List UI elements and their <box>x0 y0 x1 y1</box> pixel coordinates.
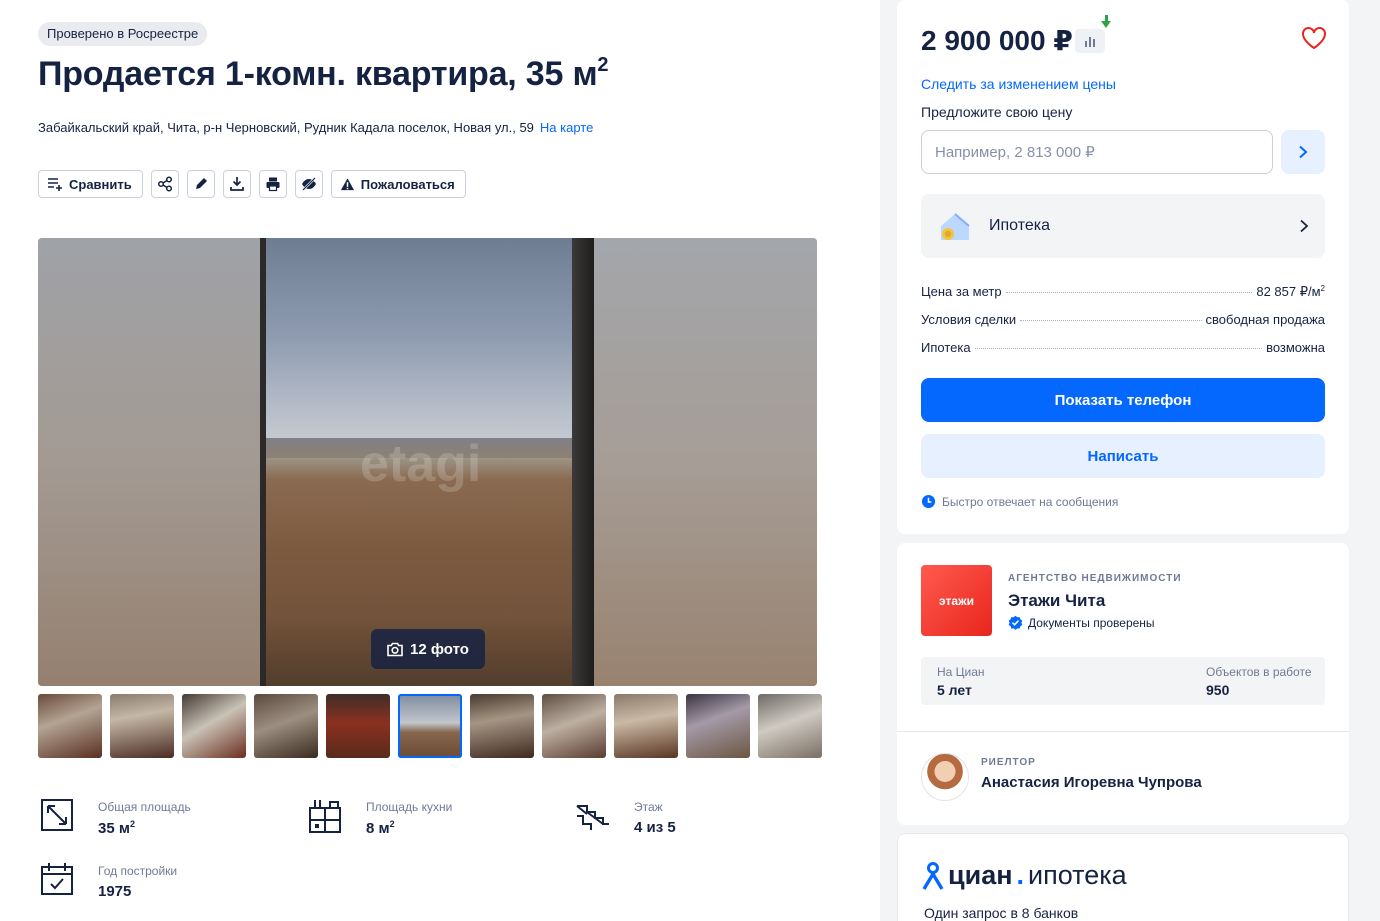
stat-objects: Объектов в работе 950 <box>1206 665 1312 698</box>
agency-stats: На Циан 5 лет Объектов в работе 950 <box>921 657 1325 705</box>
thumbnail-active[interactable] <box>398 694 462 758</box>
area-icon <box>41 799 73 831</box>
thumbnail-strip <box>38 694 822 758</box>
thumbnail[interactable] <box>38 694 102 758</box>
realtor-avatar[interactable] <box>921 753 969 801</box>
offer-price-input[interactable] <box>921 130 1273 174</box>
thumbnail[interactable] <box>182 694 246 758</box>
price: 2 900 000 ₽ <box>921 25 1073 56</box>
complain-button[interactable]: Пожаловаться <box>330 170 466 198</box>
agency-logo[interactable]: этажи <box>921 565 992 636</box>
thumbnail[interactable] <box>470 694 534 758</box>
pencil-icon <box>195 178 207 189</box>
mortgage-row[interactable]: Ипотека <box>921 194 1325 258</box>
warning-icon <box>340 177 354 190</box>
docs-verified: Документы проверены <box>1008 615 1155 630</box>
cian-pin-icon <box>922 861 944 890</box>
action-toolbar: Сравнить Пожаловаться <box>38 170 466 198</box>
detail-row: Условия сделки свободная продажа <box>921 312 1325 327</box>
photo-count-button[interactable]: 12 фото <box>371 629 485 669</box>
fact-floor: Этаж 4 из 5 <box>574 796 676 836</box>
thumbnail[interactable] <box>614 694 678 758</box>
offer-submit-button[interactable] <box>1281 130 1325 174</box>
chevron-right-icon <box>1300 219 1309 233</box>
realtor-caption: РИЕЛТОР <box>981 757 1036 768</box>
fast-reply-note: Быстро отвечает на сообщения <box>921 494 1118 509</box>
offer-price-label: Предложите свою цену <box>921 104 1073 120</box>
show-phone-button[interactable]: Показать телефон <box>921 378 1325 422</box>
kitchen-icon <box>309 800 341 833</box>
download-icon <box>229 177 244 191</box>
clock-icon <box>921 494 936 509</box>
house-icon <box>941 213 970 240</box>
fact-area: Общая площадь 35 м2 <box>38 796 191 837</box>
page-title: Продается 1-комн. квартира, 35 м2 <box>38 54 609 93</box>
photo-gallery[interactable]: etagi 12 фото <box>38 238 817 686</box>
fact-year: Год постройки 1975 <box>38 860 177 900</box>
hide-button[interactable] <box>294 170 323 198</box>
fact-kitchen: Площадь кухни 8 м2 <box>306 796 452 837</box>
share-icon <box>157 176 172 192</box>
promo-subtitle: Один запрос в 8 банков <box>924 905 1079 921</box>
favorite-heart-icon[interactable] <box>1301 26 1327 50</box>
edit-note-button[interactable] <box>186 170 215 198</box>
agency-card: этажи АГЕНТСТВО НЕДВИЖИМОСТИ Этажи Чита … <box>897 543 1349 825</box>
write-message-button[interactable]: Написать <box>921 434 1325 478</box>
calendar-icon <box>41 863 73 895</box>
agency-name[interactable]: Этажи Чита <box>1008 591 1105 611</box>
mortgage-promo-card[interactable]: циан. ипотека Один запрос в 8 банков <box>897 833 1349 921</box>
cian-mortgage-logo: циан. ипотека <box>922 860 1127 891</box>
address-text: Забайкальский край, Чита, р-н Черновский… <box>38 120 534 135</box>
thumbnail[interactable] <box>542 694 606 758</box>
chevron-right-icon <box>1299 145 1308 159</box>
camera-icon <box>387 642 403 656</box>
stat-years: На Циан 5 лет <box>937 665 985 698</box>
thumbnail[interactable] <box>686 694 750 758</box>
main-photo[interactable]: etagi <box>260 238 594 686</box>
listing-main: Проверено в Росреестре Продается 1-комн.… <box>0 0 880 921</box>
download-button[interactable] <box>222 170 251 198</box>
print-button[interactable] <box>258 170 287 198</box>
photo-watermark: etagi <box>360 435 482 493</box>
map-link[interactable]: На карте <box>540 120 593 135</box>
detail-row: Цена за метр 82 857 ₽/м2 <box>921 284 1325 299</box>
compare-icon <box>48 178 62 191</box>
follow-price-link[interactable]: Следить за изменением цены <box>921 76 1116 92</box>
page: Проверено в Росреестре Продается 1-комн.… <box>0 0 1380 921</box>
eye-off-icon <box>301 177 316 191</box>
verified-badge-icon <box>1008 615 1023 630</box>
thumbnail[interactable] <box>110 694 174 758</box>
address: Забайкальский край, Чита, р-н Черновский… <box>38 120 593 135</box>
price-details: Цена за метр 82 857 ₽/м2 Условия сделки св… <box>921 284 1325 368</box>
stairs-icon <box>576 805 609 830</box>
facts-grid: Общая площадь 35 м2 Площадь кухни 8 м2 Э… <box>38 796 838 916</box>
price-card: 2 900 000 ₽ Следить за изменением цены П… <box>897 0 1349 534</box>
thumbnail[interactable] <box>326 694 390 758</box>
mortgage-label: Ипотека <box>989 217 1051 234</box>
thumbnail[interactable] <box>758 694 822 758</box>
price-history-button[interactable] <box>1075 15 1111 53</box>
agency-caption: АГЕНТСТВО НЕДВИЖИМОСТИ <box>1008 573 1182 584</box>
realtor-name[interactable]: Анастасия Игоревна Чупрова <box>981 774 1202 791</box>
price-down-icon <box>1101 15 1111 28</box>
compare-button[interactable]: Сравнить <box>38 170 143 198</box>
detail-row: Ипотека возможна <box>921 340 1325 355</box>
share-button[interactable] <box>150 170 179 198</box>
rosreestr-badge: Проверено в Росреестре <box>38 22 208 46</box>
thumbnail[interactable] <box>254 694 318 758</box>
printer-icon <box>266 177 280 192</box>
